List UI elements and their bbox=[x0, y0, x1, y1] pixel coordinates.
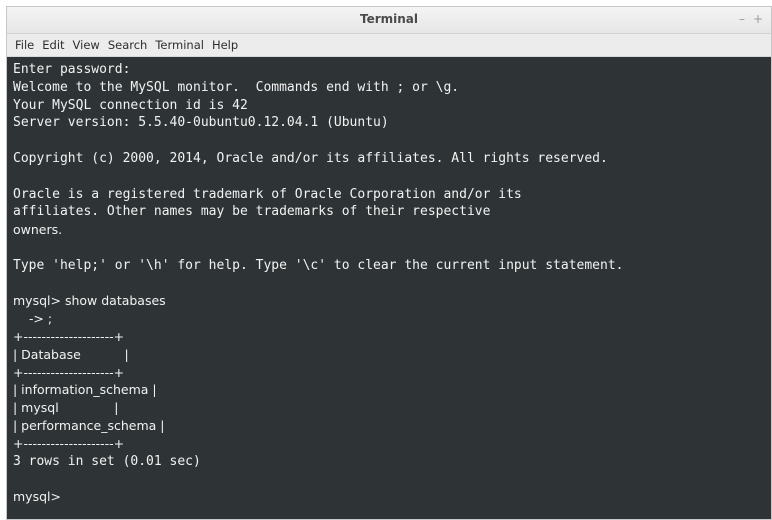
terminal-line: affiliates. Other names may be trademark… bbox=[13, 204, 491, 220]
terminal-window: Terminal – + File Edit View Search Termi… bbox=[6, 6, 772, 520]
terminal-line: Your MySQL connection id is 42 bbox=[13, 97, 248, 113]
minimize-icon[interactable]: – bbox=[739, 12, 745, 26]
terminal-line: Enter password: bbox=[13, 62, 131, 77]
terminal-line: +--------------------+ bbox=[13, 364, 125, 380]
window-title: Terminal bbox=[359, 12, 419, 26]
menu-view[interactable]: View bbox=[69, 38, 104, 52]
terminal-line: owners. bbox=[13, 222, 63, 238]
menu-help[interactable]: Help bbox=[208, 38, 242, 52]
menu-terminal[interactable]: Terminal bbox=[151, 38, 208, 52]
terminal-line: Oracle is a registered trademark of Orac… bbox=[13, 186, 522, 202]
terminal-line: 3 rows in set (0.01 sec) bbox=[13, 453, 201, 469]
menu-file[interactable]: File bbox=[11, 38, 38, 52]
terminal-line: | mysql | bbox=[13, 400, 119, 416]
terminal-line: Type 'help;' or '\h' for help. Type '\c'… bbox=[13, 257, 624, 273]
title-bar[interactable]: Terminal – + bbox=[7, 7, 771, 34]
terminal-line: Welcome to the MySQL monitor. Commands e… bbox=[13, 79, 460, 95]
terminal-line: mysql> show databases bbox=[13, 293, 166, 309]
terminal-line: -> ; bbox=[13, 311, 53, 327]
terminal-line: Copyright (c) 2000, 2014, Oracle and/or … bbox=[13, 150, 608, 166]
terminal-prompt[interactable]: mysql> bbox=[13, 488, 765, 506]
maximize-icon[interactable]: + bbox=[753, 12, 763, 26]
terminal-output[interactable]: Enter password: Welcome to the MySQL mon… bbox=[7, 57, 771, 519]
terminal-line: Server version: 5.5.40-0ubuntu0.12.04.1 … bbox=[13, 115, 389, 131]
menu-edit[interactable]: Edit bbox=[38, 38, 68, 52]
terminal-line: | performance_schema | bbox=[13, 417, 165, 433]
terminal-line: | Database | bbox=[13, 346, 129, 362]
menu-bar: File Edit View Search Terminal Help bbox=[7, 34, 771, 57]
terminal-line: +--------------------+ bbox=[13, 328, 125, 344]
menu-search[interactable]: Search bbox=[104, 38, 152, 52]
terminal-line: +--------------------+ bbox=[13, 435, 125, 451]
terminal-line: | information_schema | bbox=[13, 382, 157, 398]
